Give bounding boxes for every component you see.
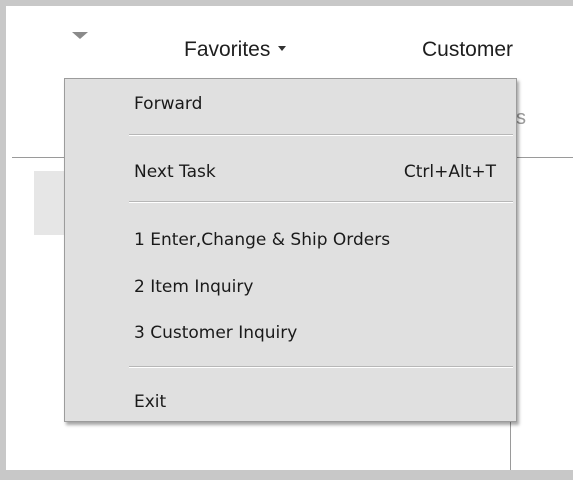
keyboard-shortcut: Ctrl+Alt+T	[403, 162, 496, 182]
menu-item-forward[interactable]: Forward	[134, 93, 496, 115]
menu-separator	[129, 366, 513, 368]
caret-down-icon	[278, 45, 287, 51]
hidden-tab-label: s	[516, 107, 526, 129]
menu-separator	[129, 134, 513, 136]
favorites-menu-label: Favorites	[184, 38, 271, 61]
content-row-background	[34, 171, 66, 235]
menu-item-label: Next Task	[134, 162, 216, 182]
customer-menu[interactable]: Customer	[422, 38, 513, 62]
chevron-down-icon[interactable]	[72, 32, 88, 39]
menu-item-favorite-1[interactable]: 1 Enter,Change & Ship Orders	[134, 229, 496, 251]
menu-item-favorite-3[interactable]: 3 Customer Inquiry	[134, 322, 496, 344]
favorites-menu[interactable]: Favorites	[184, 38, 287, 62]
menu-separator	[129, 201, 513, 203]
menu-item-favorite-2[interactable]: 2 Item Inquiry	[134, 276, 496, 298]
menu-item-exit[interactable]: Exit	[134, 391, 496, 413]
column-divider	[510, 420, 511, 470]
menu-item-next-task[interactable]: Next Task Ctrl+Alt+T	[134, 161, 496, 183]
favorites-dropdown-menu: Forward Next Task Ctrl+Alt+T 1 Enter,Cha…	[64, 78, 517, 422]
